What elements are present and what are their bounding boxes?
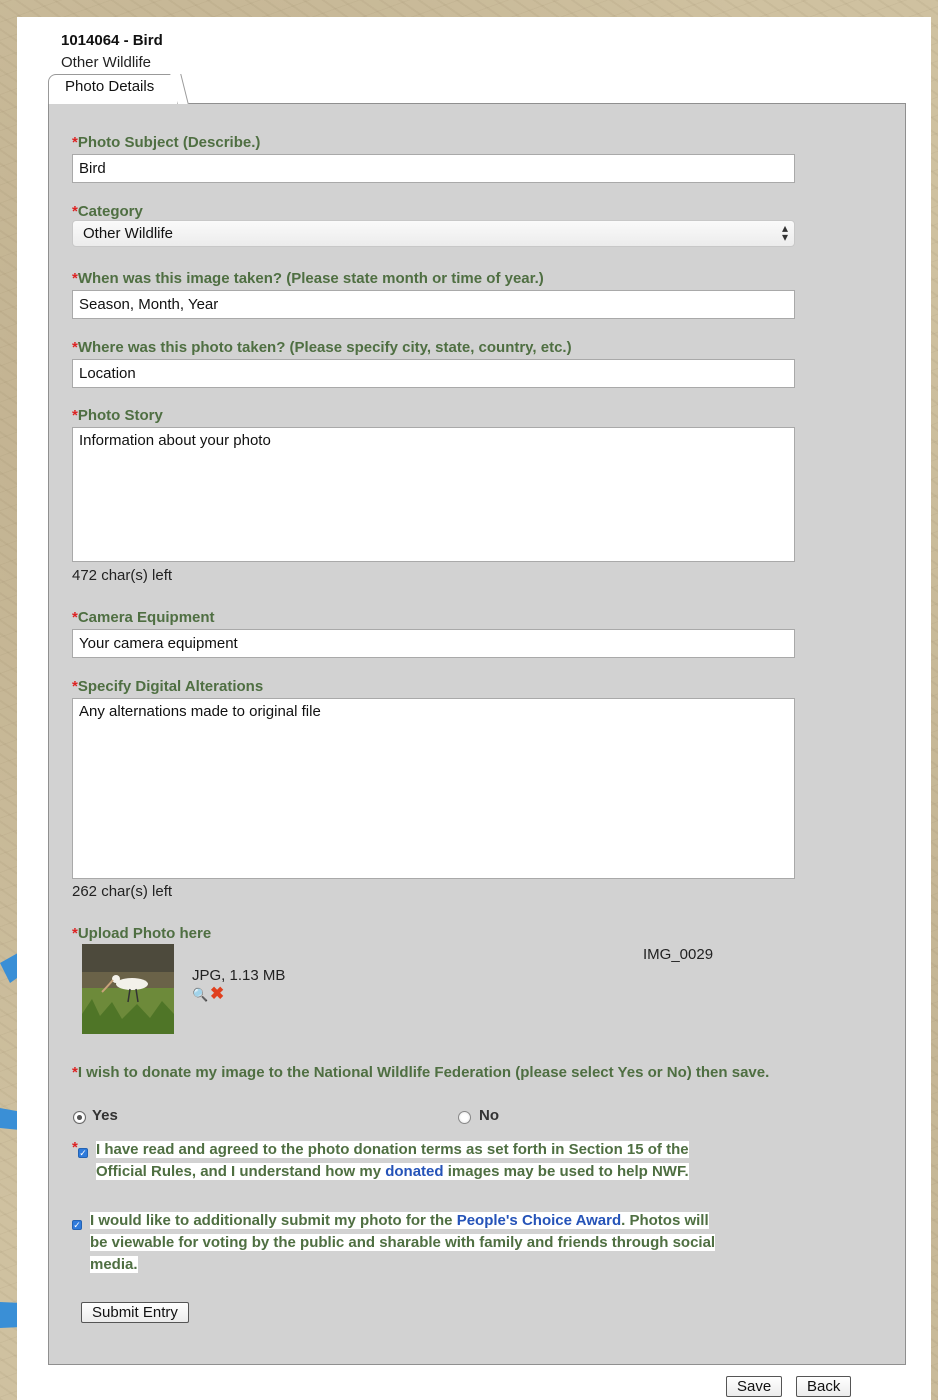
select-arrows-icon: ▴ ▾ <box>781 221 788 244</box>
tab-photo-details[interactable]: Photo Details <box>48 74 178 104</box>
when-taken-label: *When was this image taken? (Please stat… <box>72 270 544 287</box>
submit-entry-button[interactable]: Submit Entry <box>81 1302 189 1323</box>
photo-thumbnail[interactable] <box>82 944 174 1034</box>
peoples-choice-text: I would like to additionally submit my p… <box>90 1212 716 1273</box>
required-marker: * <box>72 1139 78 1156</box>
file-name: IMG_0029 <box>643 946 714 963</box>
donated-link[interactable]: donated <box>385 1163 443 1180</box>
category-label: *Category <box>72 203 143 220</box>
peoples-choice-checkbox[interactable]: ✓ <box>72 1220 82 1230</box>
upload-photo-label: *Upload Photo here <box>72 925 212 942</box>
donate-no-label[interactable]: No <box>479 1107 499 1124</box>
donation-question: *I wish to donate my image to the Nation… <box>72 1064 770 1081</box>
entry-category-subtitle: Other Wildlife <box>61 54 152 71</box>
donate-yes-radio[interactable] <box>73 1111 86 1124</box>
photo-details-panel: *Photo Subject (Describe.) Bird *Categor… <box>48 103 906 1365</box>
photo-story-char-count: 472 char(s) left <box>72 567 173 584</box>
camera-equipment-input[interactable]: Your camera equipment <box>72 629 795 658</box>
where-taken-input[interactable]: Location <box>72 359 795 388</box>
magnifier-icon[interactable]: 🔍 <box>192 987 208 1003</box>
when-taken-input[interactable]: Season, Month, Year <box>72 290 795 319</box>
form-page: 1014064 - Bird Other Wildlife Photo Deta… <box>17 17 931 1400</box>
digital-alterations-char-count: 262 char(s) left <box>72 883 173 900</box>
donation-terms-text: I have read and agreed to the photo dona… <box>96 1141 689 1180</box>
peoples-choice-award-link[interactable]: People's Choice Award <box>457 1212 621 1229</box>
donate-yes-label[interactable]: Yes <box>92 1107 118 1124</box>
back-button[interactable]: Back <box>796 1376 852 1397</box>
donation-terms-checkbox[interactable]: ✓ <box>78 1148 88 1158</box>
digital-alterations-textarea[interactable]: Any alternations made to original file <box>72 698 795 879</box>
save-button[interactable]: Save <box>726 1376 783 1397</box>
digital-alterations-label: *Specify Digital Alterations <box>72 678 264 695</box>
delete-icon[interactable]: ✖ <box>210 984 224 1004</box>
donate-no-radio[interactable] <box>458 1111 471 1124</box>
where-taken-label: *Where was this photo taken? (Please spe… <box>72 339 572 356</box>
photo-story-label: *Photo Story <box>72 407 163 424</box>
bird-photo-image <box>82 944 174 1034</box>
category-select[interactable]: Other Wildlife ▴ ▾ <box>72 220 795 247</box>
camera-equipment-label: *Camera Equipment <box>72 609 215 626</box>
file-info: JPG, 1.13 MB <box>192 967 286 984</box>
category-selected-value: Other Wildlife <box>83 225 174 242</box>
photo-subject-label: *Photo Subject (Describe.) <box>72 134 261 151</box>
entry-title: 1014064 - Bird <box>61 32 163 49</box>
photo-story-textarea[interactable]: Information about your photo <box>72 427 795 562</box>
photo-subject-input[interactable]: Bird <box>72 154 795 183</box>
